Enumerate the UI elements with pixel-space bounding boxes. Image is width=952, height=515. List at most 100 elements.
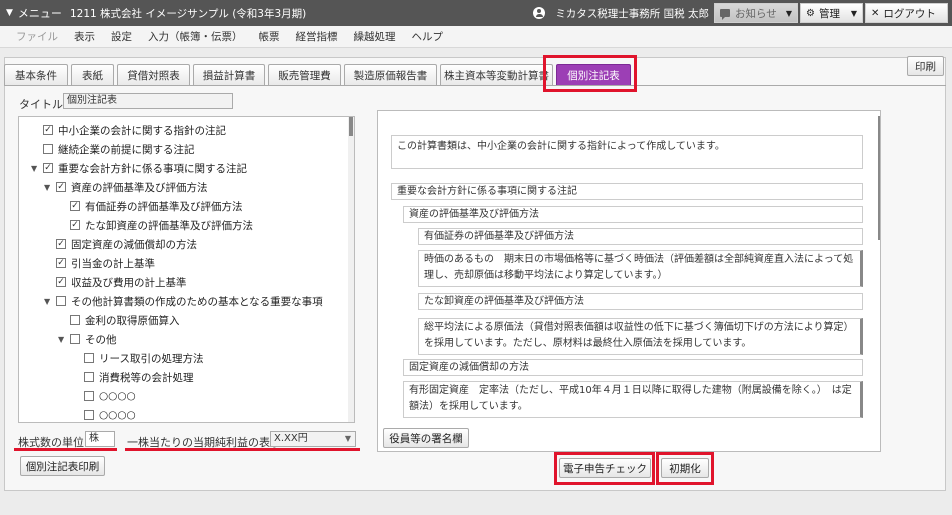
checkbox[interactable]: ✓ xyxy=(56,239,66,249)
office-user: ミカタス税理士事務所 国税 太郎 xyxy=(555,7,709,20)
checkbox[interactable] xyxy=(84,372,94,382)
checkbox[interactable] xyxy=(84,391,94,401)
message-icon xyxy=(720,9,730,20)
chevron-down-icon: ▼ xyxy=(785,8,792,18)
signature-button[interactable]: 役員等の署名欄 xyxy=(383,428,469,448)
tree-item-label: 収益及び費用の計上基準 xyxy=(71,276,187,289)
tree-item[interactable]: ▼ その他計算書類の作成のための基本となる重要な事項 xyxy=(44,292,323,310)
checkbox[interactable] xyxy=(70,315,80,325)
tree-item-label: ○○○○ xyxy=(99,409,136,421)
print-notes-button[interactable]: 個別注記表印刷 xyxy=(20,456,105,476)
tree-item-label: 中小企業の会計に関する指針の注記 xyxy=(58,124,226,137)
close-icon: ✕ xyxy=(871,7,880,19)
chevron-down-icon: ▼ xyxy=(344,434,351,443)
print-button[interactable]: 印刷 xyxy=(907,56,944,76)
tab-sga-expenses[interactable]: 販売管理費 xyxy=(268,64,341,85)
tree-item[interactable]: 消費税等の会計処理 xyxy=(84,368,194,386)
checkbox[interactable]: ✓ xyxy=(70,220,80,230)
menu-reports[interactable]: 帳票 xyxy=(259,29,280,44)
menu-settings[interactable]: 設定 xyxy=(111,29,132,44)
tab-manufacturing-cost[interactable]: 製造原価報告書 xyxy=(344,64,437,85)
checkbox[interactable]: ✓ xyxy=(70,201,80,211)
menu-carryover[interactable]: 繰越処理 xyxy=(354,29,396,44)
checkbox[interactable] xyxy=(56,296,66,306)
chevron-down-icon: ▼ xyxy=(850,8,857,18)
highlight-underline-unit xyxy=(14,448,117,451)
reset-button[interactable]: 初期化 xyxy=(661,458,709,478)
preview-heading: 資産の評価基準及び評価方法 xyxy=(403,206,863,223)
admin-label: 管理 xyxy=(818,7,840,20)
tree-item[interactable]: ○○○○ xyxy=(84,387,136,405)
menu-input[interactable]: 入力（帳簿・伝票） xyxy=(148,29,243,44)
checkbox[interactable] xyxy=(43,144,53,154)
report-tabs: 基本条件 表紙 貸借対照表 損益計算書 販売管理費 製造原価報告書 株主資本等変… xyxy=(4,64,634,85)
menu-help[interactable]: ヘルプ xyxy=(412,29,444,44)
tree-item[interactable]: ✓ たな卸資産の評価基準及び評価方法 xyxy=(70,216,253,234)
preview-scrollbar[interactable] xyxy=(878,116,880,240)
tree-item-label: 金利の取得原価算入 xyxy=(85,314,180,327)
efile-check-button[interactable]: 電子申告チェック xyxy=(559,458,651,478)
title-input[interactable]: 個別注記表 xyxy=(63,93,233,109)
tab-balance-sheet[interactable]: 貸借対照表 xyxy=(117,64,190,85)
expand-icon[interactable]: ▼ xyxy=(44,297,56,306)
checkbox[interactable]: ✓ xyxy=(43,163,53,173)
gear-icon: ⚙ xyxy=(806,7,815,19)
tab-cover[interactable]: 表紙 xyxy=(71,64,114,85)
checkbox[interactable]: ✓ xyxy=(56,277,66,287)
notice-label: お知らせ xyxy=(735,7,777,20)
tree-scrollbar[interactable] xyxy=(348,117,354,422)
tree-item-label: 継続企業の前提に関する注記 xyxy=(58,143,195,156)
checkbox[interactable] xyxy=(84,353,94,363)
tree-item[interactable]: ✓ 引当金の計上基準 xyxy=(56,254,155,272)
checkbox[interactable]: ✓ xyxy=(56,258,66,268)
main-menu-button[interactable]: ▼ メニュー xyxy=(0,0,68,26)
tab-equity-statement[interactable]: 株主資本等変動計算書 xyxy=(440,64,553,85)
preview-text: 時価のあるもの 期末日の市場価格等に基づく時価法（評価差額は全部純資産直入法によ… xyxy=(418,250,863,287)
menu-view[interactable]: 表示 xyxy=(74,29,95,44)
checkbox[interactable]: ✓ xyxy=(56,182,66,192)
tree-item[interactable]: ▼ ✓ 資産の評価基準及び評価方法 xyxy=(44,178,208,196)
tree-item[interactable]: ○○○○ xyxy=(84,406,136,422)
tree-item[interactable]: ✓ 固定資産の減価償却の方法 xyxy=(56,235,197,253)
tree-item-label: 有価証券の評価基準及び評価方法 xyxy=(85,200,243,213)
preview-text: 有形固定資産 定率法（ただし、平成10年４月１日以降に取得した建物（附属設備を除… xyxy=(403,381,863,418)
preview-intro: この計算書類は、中小企業の会計に関する指針によって作成しています。 xyxy=(391,135,863,169)
tab-notes[interactable]: 個別注記表 xyxy=(556,64,631,85)
eps-select-value: X.XX円 xyxy=(274,433,308,444)
main-menu-label: メニュー xyxy=(17,7,62,20)
menu-bar: ファイル 表示 設定 入力（帳簿・伝票） 帳票 経営指標 繰越処理 ヘルプ xyxy=(0,26,952,48)
tab-basic-conditions[interactable]: 基本条件 xyxy=(4,64,68,85)
tab-income-statement[interactable]: 損益計算書 xyxy=(193,64,265,85)
tree-item-label: 引当金の計上基準 xyxy=(71,257,155,270)
tree-item-label: たな卸資産の評価基準及び評価方法 xyxy=(85,219,253,232)
menu-file[interactable]: ファイル xyxy=(16,29,58,44)
notice-button[interactable]: お知らせ ▼ xyxy=(714,3,798,23)
tree-item[interactable]: ▼ ✓ 重要な会計方針に係る事項に関する注記 xyxy=(31,159,247,177)
expand-icon[interactable]: ▼ xyxy=(58,335,70,344)
tree-item[interactable]: ✓ 中小企業の会計に関する指針の注記 xyxy=(43,121,226,139)
tree-item-label: その他 xyxy=(85,333,117,346)
tree-item[interactable]: リース取引の処理方法 xyxy=(84,349,203,367)
expand-icon[interactable]: ▼ xyxy=(31,164,43,173)
checkbox[interactable] xyxy=(84,410,94,420)
tree-scroll-thumb[interactable] xyxy=(349,117,353,136)
eps-select[interactable]: X.XX円 ▼ xyxy=(270,431,356,447)
tree-item[interactable]: 継続企業の前提に関する注記 xyxy=(43,140,195,158)
notes-preview: この計算書類は、中小企業の会計に関する指針によって作成しています。 重要な会計方… xyxy=(377,110,881,452)
tree-item[interactable]: ▼ その他 xyxy=(58,330,117,348)
tree-item-label: 消費税等の会計処理 xyxy=(99,371,194,384)
logout-button[interactable]: ✕ ログアウト xyxy=(865,3,948,23)
tree-item[interactable]: ✓ 有価証券の評価基準及び評価方法 xyxy=(70,197,243,215)
preview-text: 総平均法による原価法（貸借対照表価額は収益性の低下に基づく簿価切下げの方法により… xyxy=(418,318,863,355)
user-icon xyxy=(533,7,546,19)
expand-icon[interactable]: ▼ xyxy=(44,183,56,192)
checkbox[interactable] xyxy=(70,334,80,344)
tree-item[interactable]: ✓ 収益及び費用の計上基準 xyxy=(56,273,187,291)
caret-down-icon: ▼ xyxy=(6,8,13,18)
admin-button[interactable]: ⚙ 管理 ▼ xyxy=(800,3,863,23)
checkbox[interactable]: ✓ xyxy=(43,125,53,135)
menu-indicators[interactable]: 経営指標 xyxy=(296,29,338,44)
unit-input[interactable]: 株 xyxy=(85,431,115,447)
tree-item[interactable]: 金利の取得原価算入 xyxy=(70,311,180,329)
tree-item-label: その他計算書類の作成のための基本となる重要な事項 xyxy=(71,295,323,308)
